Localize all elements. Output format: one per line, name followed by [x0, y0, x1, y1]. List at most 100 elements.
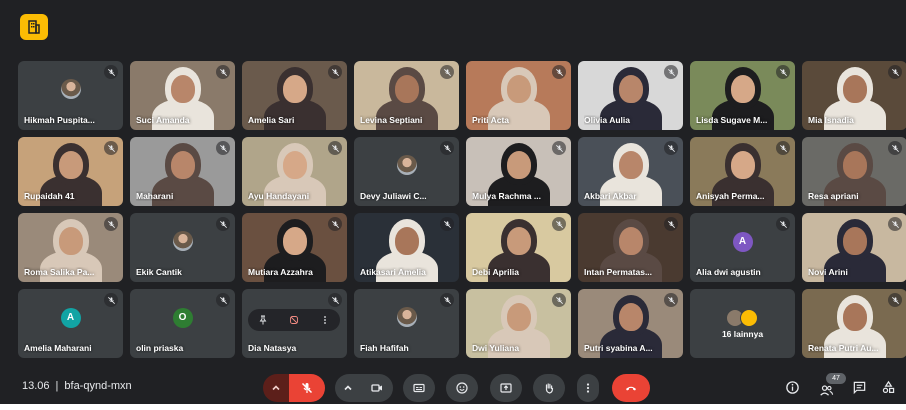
chat-button[interactable]: [851, 379, 867, 395]
participant-name: Renata Putri Au...: [808, 343, 879, 353]
more-options-button[interactable]: [577, 374, 599, 402]
participant-tile[interactable]: Dwi Yuliana: [466, 289, 571, 358]
meeting-time: 13.06: [22, 380, 50, 392]
mic-off-icon: [552, 293, 566, 307]
participant-tile[interactable]: Hikmah Puspita...: [18, 61, 123, 130]
participant-tile[interactable]: Mulya Rachma ...: [466, 137, 571, 206]
mic-off-icon: [888, 141, 902, 155]
participant-avatar: [396, 306, 417, 327]
participant-name: Ayu Handayani: [248, 191, 310, 201]
meeting-code[interactable]: bfa-qynd-mxn: [64, 380, 131, 392]
mic-off-icon: [216, 65, 230, 79]
participant-name: Hikmah Puspita...: [24, 115, 95, 125]
camera-toggle-button[interactable]: [361, 374, 393, 402]
participant-tile[interactable]: Intan Permatas...: [578, 213, 683, 282]
mic-toggle-button[interactable]: [289, 374, 325, 402]
participant-tile[interactable]: Renata Putri Au...: [802, 289, 906, 358]
present-icon: [500, 383, 512, 393]
participant-tile[interactable]: Amelia Sari: [242, 61, 347, 130]
participant-tile[interactable]: Devy Juliawi C...: [354, 137, 459, 206]
mic-off-icon: [776, 65, 790, 79]
mic-off-icon: [552, 217, 566, 231]
activities-button[interactable]: [880, 379, 896, 395]
mic-off-icon: [552, 65, 566, 79]
pin-icon[interactable]: [256, 313, 270, 327]
mic-off-icon: [440, 293, 454, 307]
participant-tile[interactable]: Putri syabina A...: [578, 289, 683, 358]
participant-tile[interactable]: Olivia Aulia: [578, 61, 683, 130]
info-icon: [785, 380, 799, 394]
participant-tile[interactable]: Rupaidah 41: [18, 137, 123, 206]
participant-avatar: [172, 230, 193, 251]
mic-off-icon: [552, 141, 566, 155]
mic-off-icon: [776, 141, 790, 155]
leave-call-button[interactable]: [612, 374, 650, 402]
chevron-up-icon: [344, 385, 352, 391]
mic-off-icon: [664, 293, 678, 307]
raise-hand-button[interactable]: [533, 374, 565, 402]
participant-tile[interactable]: Fiah Hafifah: [354, 289, 459, 358]
participant-tile[interactable]: Maharani: [130, 137, 235, 206]
participant-name: Anisyah Perma...: [696, 191, 765, 201]
participant-tile[interactable]: Akbari Akbar: [578, 137, 683, 206]
meeting-details-button[interactable]: [784, 379, 800, 395]
separator: |: [55, 380, 59, 392]
more-vert-icon[interactable]: [318, 313, 332, 327]
participant-tile[interactable]: Ayu Handayani: [242, 137, 347, 206]
participant-avatar: [60, 78, 81, 99]
participant-tile[interactable]: Oolin priaska: [130, 289, 235, 358]
participant-tile[interactable]: Ekik Cantik: [130, 213, 235, 282]
mic-off-icon: [216, 293, 230, 307]
participant-name: Akbari Akbar: [584, 191, 637, 201]
participant-name: Priti Acta: [472, 115, 510, 125]
mic-off-icon: [776, 217, 790, 231]
more-vert-icon: [586, 383, 590, 393]
call-end-icon: [626, 386, 636, 391]
people-button[interactable]: [818, 382, 834, 398]
participant-name: Roma Salika Pa...: [24, 267, 95, 277]
participant-avatar: [396, 154, 417, 175]
participant-name: Alia dwi agustin: [696, 267, 761, 277]
participant-tile[interactable]: Anisyah Perma...: [690, 137, 795, 206]
host-controls-badge[interactable]: [20, 14, 48, 40]
emoji-icon: [456, 382, 468, 394]
mic-off-icon: [664, 65, 678, 79]
present-button[interactable]: [490, 374, 522, 402]
mute-participant-icon[interactable]: [287, 313, 301, 327]
mic-off-icon: [301, 382, 313, 394]
participant-tile[interactable]: 16 lainnya: [690, 289, 795, 358]
participant-tile[interactable]: Suci Amanda: [130, 61, 235, 130]
participant-tile[interactable]: Novi Arini: [802, 213, 906, 282]
captions-button[interactable]: [403, 374, 435, 402]
mic-off-icon: [216, 217, 230, 231]
mic-off-icon: [440, 217, 454, 231]
participant-tile[interactable]: Roma Salika Pa...: [18, 213, 123, 282]
mic-off-icon: [328, 141, 342, 155]
participant-tile[interactable]: Dia Natasya: [242, 289, 347, 358]
participant-name: Atikasari Amelia: [360, 267, 426, 277]
mic-off-icon: [328, 65, 342, 79]
bottom-toolbar: 13.06 | bfa-qynd-mxn 47: [0, 370, 906, 404]
participant-tile[interactable]: Levina Septiani: [354, 61, 459, 130]
video-options-button[interactable]: [335, 374, 361, 402]
tile-hover-controls: [248, 309, 340, 331]
participant-tile[interactable]: Mia Isnadia: [802, 61, 906, 130]
participant-tile[interactable]: Debi Aprilia: [466, 213, 571, 282]
audio-options-button[interactable]: [263, 374, 289, 402]
participant-tile[interactable]: A Alia dwi agustin: [690, 213, 795, 282]
mic-off-icon: [104, 141, 118, 155]
participant-tile[interactable]: Mutiara Azzahra: [242, 213, 347, 282]
participant-name: Putri syabina A...: [584, 343, 653, 353]
participant-tile[interactable]: Lisda Sugave M...: [690, 61, 795, 130]
mic-off-icon: [888, 65, 902, 79]
participant-tile[interactable]: A Amelia Maharani: [18, 289, 123, 358]
reactions-button[interactable]: [446, 374, 478, 402]
participant-avatar: A: [732, 231, 753, 252]
participant-tile[interactable]: Atikasari Amelia: [354, 213, 459, 282]
participant-name: Intan Permatas...: [584, 267, 653, 277]
participant-tile[interactable]: Resa apriani: [802, 137, 906, 206]
mic-off-icon: [440, 65, 454, 79]
participant-tile[interactable]: Priti Acta: [466, 61, 571, 130]
participant-name: Mulya Rachma ...: [472, 191, 541, 201]
mic-off-icon: [216, 141, 230, 155]
